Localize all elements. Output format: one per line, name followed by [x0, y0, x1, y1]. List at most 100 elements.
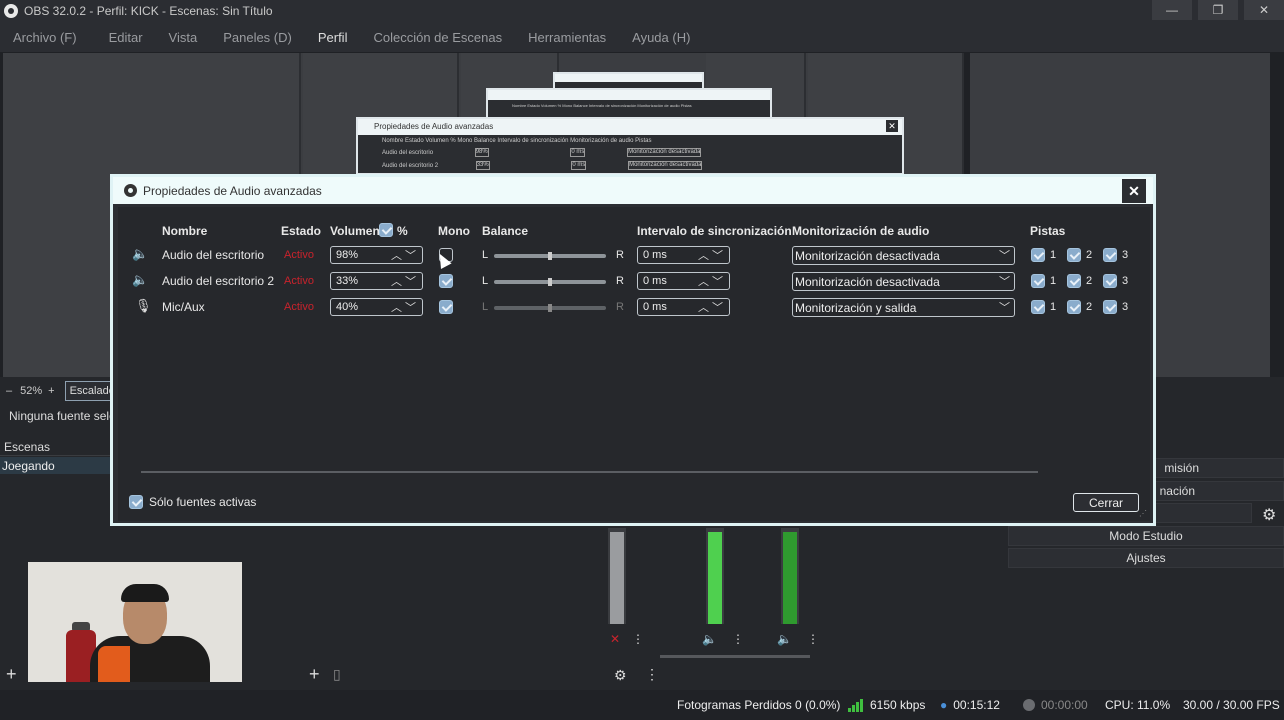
monitoring-select[interactable]: Monitorización y salida ﹀ [792, 298, 1015, 317]
menu-archivo[interactable]: Archivo (F) [13, 30, 77, 45]
ghost-dialog-row: Audio del escritorio 98% 0 ms Monitoriza… [382, 148, 702, 157]
zoom-in-icon[interactable]: + [48, 385, 54, 397]
volume-spinbox[interactable]: 98% ︿﹀ [330, 246, 423, 264]
close-button[interactable]: Cerrar [1073, 493, 1139, 512]
volume-spinbox[interactable]: 40% ︿﹀ [330, 298, 423, 316]
menu-ayuda[interactable]: Ayuda (H) [632, 30, 690, 45]
menu-bar: Archivo (F) Editar Vista Paneles (D) Per… [0, 22, 1284, 52]
menu-paneles[interactable]: Paneles (D) [223, 30, 292, 45]
resize-grip-icon[interactable]: ⋰ [1139, 509, 1147, 518]
maximize-button[interactable]: ❐ [1198, 0, 1238, 20]
dialog-close-button[interactable]: ✕ [1122, 179, 1146, 203]
mixer-scrollbar[interactable] [660, 655, 810, 658]
ghost-dialog-header: Nombre Estado Volumen % Mono Balance Int… [382, 138, 652, 144]
cpu-usage: CPU: 11.0% [1105, 698, 1171, 712]
menu-herramientas[interactable]: Herramientas [528, 30, 606, 45]
header-volume: Volumen [330, 224, 380, 238]
mixer-settings-icon[interactable]: ⚙ [614, 667, 627, 684]
trash-icon[interactable]: ▯ [333, 666, 341, 683]
volume-spinbox[interactable]: 33% ︿﹀ [330, 272, 423, 290]
speaker-icon[interactable]: 🔈 [777, 632, 792, 646]
ghost-dialog: Propiedades de Audio avanzadas ✕ Nombre … [356, 117, 904, 175]
audio-meter [608, 528, 626, 624]
audio-meter [781, 528, 799, 624]
obs-logo-icon [4, 4, 18, 18]
zoom-level: 52% [20, 385, 43, 397]
speaker-icon[interactable]: 🔈 [702, 632, 717, 646]
dialog-title: Propiedades de Audio avanzadas [143, 183, 322, 198]
preview-zoom-controls: – 52% + Escalado [6, 381, 120, 401]
track-2-checkbox[interactable] [1067, 300, 1081, 314]
balance-slider[interactable] [494, 304, 606, 312]
gear-icon[interactable]: ⚙ [1262, 505, 1276, 525]
header-tracks: Pistas [1030, 224, 1066, 238]
menu-perfil[interactable]: Perfil [318, 30, 348, 45]
minimize-button[interactable]: — [1152, 0, 1192, 20]
source-name: Audio del escritorio [162, 248, 265, 262]
spin-arrows-icon[interactable]: ︿﹀ [391, 273, 419, 289]
mono-checkbox[interactable] [439, 274, 453, 288]
ghost-dialog-header: Nombre Estado Volumen % Mono Balance Int… [512, 103, 692, 108]
spin-arrows-icon[interactable]: ︿﹀ [391, 247, 419, 263]
menu-vista[interactable]: Vista [169, 30, 198, 45]
spin-arrows-icon[interactable]: ︿﹀ [698, 273, 726, 289]
source-state: Activo [284, 275, 314, 287]
monitoring-select[interactable]: Monitorización desactivada ﹀ [792, 246, 1015, 265]
track-1-checkbox[interactable] [1031, 274, 1045, 288]
slider-handle[interactable] [548, 278, 552, 286]
mixer-menu-icon[interactable]: ⋮ [807, 632, 819, 646]
track-1-checkbox[interactable] [1031, 248, 1045, 262]
spin-arrows-icon[interactable]: ︿﹀ [698, 299, 726, 315]
active-only-label: Sólo fuentes activas [149, 495, 257, 509]
source-name: Audio del escritorio 2 [162, 274, 275, 288]
mixer-menu-icon[interactable]: ⋮ [645, 666, 659, 683]
title-bar: OBS 32.0.2 - Perfil: KICK - Escenas: Sin… [0, 0, 1284, 22]
balance-left-label: L [482, 275, 489, 287]
volume-percent-checkbox[interactable] [379, 223, 393, 237]
scene-item[interactable]: Joegando [0, 457, 110, 474]
muted-speaker-icon[interactable]: ✕ [610, 632, 620, 646]
zoom-out-icon[interactable]: – [6, 385, 12, 397]
add-scene-icon[interactable]: + [6, 664, 17, 685]
balance-left-label: L [482, 249, 489, 261]
track-3-checkbox[interactable] [1103, 300, 1117, 314]
stream-status-icon: ● [940, 698, 948, 712]
track-3-checkbox[interactable] [1103, 248, 1117, 262]
scenes-dock-title: Escenas [0, 436, 110, 456]
menu-coleccion-escenas[interactable]: Colección de Escenas [373, 30, 502, 45]
active-only-checkbox[interactable] [129, 495, 143, 509]
mono-checkbox[interactable] [439, 300, 453, 314]
balance-slider[interactable] [494, 252, 606, 260]
balance-slider[interactable] [494, 278, 606, 286]
stream-time: ● 00:15:12 [940, 698, 1000, 712]
header-state: Estado [281, 224, 322, 238]
speaker-icon: 🔈 [132, 246, 149, 261]
active-sources-only-toggle[interactable]: Sólo fuentes activas [129, 495, 256, 509]
track-2-checkbox[interactable] [1067, 248, 1081, 262]
mixer-menu-icon[interactable]: ⋮ [632, 632, 644, 646]
obs-logo-icon [124, 184, 137, 197]
track-2-checkbox[interactable] [1067, 274, 1081, 288]
add-source-icon[interactable]: + [309, 664, 320, 685]
spin-arrows-icon[interactable]: ︿﹀ [698, 247, 726, 263]
sync-offset-spinbox[interactable]: 0 ms ︿﹀ [637, 246, 730, 264]
dropped-frames: Fotogramas Perdidos 0 (0.0%) [677, 698, 841, 712]
close-window-button[interactable]: ✕ [1244, 0, 1284, 20]
menu-editar[interactable]: Editar [109, 30, 143, 45]
sync-offset-spinbox[interactable]: 0 ms ︿﹀ [637, 272, 730, 290]
window-title: OBS 32.0.2 - Perfil: KICK - Escenas: Sin… [24, 4, 273, 18]
settings-button[interactable]: Ajustes [1008, 548, 1284, 568]
fps-indicator: 30.00 / 30.00 FPS [1183, 698, 1280, 712]
monitoring-select[interactable]: Monitorización desactivada ﹀ [792, 272, 1015, 291]
track-label: 2 [1086, 301, 1093, 313]
spin-arrows-icon[interactable]: ︿﹀ [391, 299, 419, 315]
track-3-checkbox[interactable] [1103, 274, 1117, 288]
source-state: Activo [284, 301, 314, 313]
mixer-menu-icon[interactable]: ⋮ [732, 632, 744, 646]
slider-handle[interactable] [548, 252, 552, 260]
studio-mode-button[interactable]: Modo Estudio [1008, 525, 1284, 546]
slider-handle[interactable] [548, 304, 552, 312]
horizontal-scrollbar[interactable] [141, 471, 1038, 473]
sync-offset-spinbox[interactable]: 0 ms ︿﹀ [637, 298, 730, 316]
track-1-checkbox[interactable] [1031, 300, 1045, 314]
